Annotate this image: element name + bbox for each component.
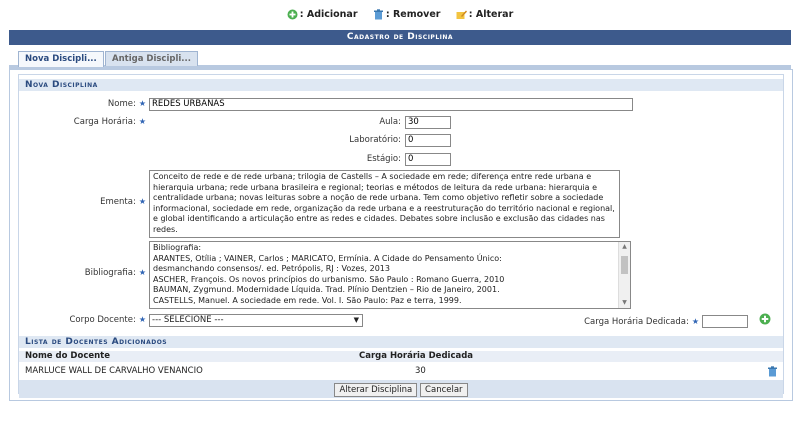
- corpo-docente-select[interactable]: --- SELECIONE --- ▼: [149, 314, 363, 327]
- ementa-label: Ementa: ★: [100, 197, 146, 207]
- add-docente-icon[interactable]: [759, 313, 771, 325]
- nome-input[interactable]: REDES URBANAS: [149, 98, 633, 111]
- legend-bar: : Adicionar : Remover : Alterar: [0, 9, 800, 20]
- alterar-disciplina-button[interactable]: Alterar Disciplina: [334, 383, 418, 397]
- carga-horaria-label: Carga Horária: ★: [73, 117, 146, 127]
- required-star-icon: ★: [138, 315, 146, 324]
- required-star-icon: ★: [138, 117, 146, 126]
- cancel-button[interactable]: Cancelar: [420, 383, 468, 397]
- form-panel: Nova Disciplina Nome: ★ REDES URBANAS Car…: [9, 69, 793, 401]
- legend-edit: : Alterar: [456, 9, 513, 20]
- carga-dedicada-label: Carga Horária Dedicada: ★: [584, 317, 699, 327]
- carga-dedicada-input[interactable]: [702, 315, 748, 328]
- required-star-icon: ★: [138, 268, 146, 277]
- laboratorio-label: Laboratório:: [349, 135, 401, 145]
- table-header: Nome do Docente Carga Horária Dedicada: [19, 351, 783, 362]
- nome-label: Nome: ★: [107, 99, 146, 109]
- form-inner: Nova Disciplina Nome: ★ REDES URBANAS Car…: [18, 74, 784, 398]
- corpo-docente-label: Corpo Docente: ★: [69, 315, 146, 325]
- bibliografia-line: ARANTES, Otília ; VAINER, Carlos ; MARIC…: [153, 253, 502, 263]
- bibliografia-line: desmanchando consensos/. ed. Petrópolis,…: [153, 264, 390, 273]
- estagio-label: Estágio:: [366, 154, 401, 164]
- tab-nova-disciplina[interactable]: Nova Discipli...: [18, 51, 104, 67]
- bibliografia-line: ASCHER, François. Os novos princípios do…: [153, 274, 505, 284]
- page-title: Cadastro de Disciplina: [9, 30, 791, 45]
- bibliografia-textarea[interactable]: Bibliografia: ARANTES, Otília ; VAINER, …: [149, 241, 631, 309]
- scroll-down-icon[interactable]: ▼: [619, 298, 630, 308]
- legend-remove: : Remover: [373, 9, 440, 20]
- ementa-textarea[interactable]: Conceito de rede e de rede urbana; trilo…: [149, 170, 620, 238]
- section-docentes: Lista de Docentes Adicionados: [19, 336, 783, 348]
- section-nova-disciplina: Nova Disciplina: [19, 79, 783, 91]
- form-footer: Alterar Disciplina Cancelar: [19, 380, 783, 398]
- legend-add: : Adicionar: [287, 9, 358, 20]
- docente-carga: 30: [415, 366, 426, 376]
- bibliografia-line: Bibliografia:: [153, 243, 202, 252]
- remove-docente-icon[interactable]: [767, 366, 778, 377]
- bibliografia-line: CASTELLS, Manuel. A sociedade em rede. V…: [153, 295, 462, 305]
- add-icon: [287, 9, 298, 20]
- estagio-input[interactable]: 0: [405, 153, 451, 166]
- required-star-icon: ★: [138, 197, 146, 206]
- bibliografia-scrollbar[interactable]: ▲ ▼: [618, 242, 630, 308]
- col-nome-docente: Nome do Docente: [25, 351, 110, 361]
- scroll-up-icon[interactable]: ▲: [619, 242, 630, 252]
- aula-input[interactable]: 30: [405, 116, 451, 129]
- bibliografia-label: Bibliografia: ★: [84, 268, 146, 278]
- pencil-icon: [456, 10, 467, 19]
- laboratorio-input[interactable]: 0: [405, 134, 451, 147]
- table-row: MARLUCE WALL DE CARVALHO VENANCIO 30: [19, 365, 783, 378]
- docente-nome: MARLUCE WALL DE CARVALHO VENANCIO: [25, 366, 203, 376]
- aula-label: Aula:: [379, 117, 401, 127]
- trash-icon: [373, 9, 383, 20]
- bibliografia-line: BAUMAN, Zygmund. Modernidade Líquida. Tr…: [153, 285, 500, 294]
- tab-strip: Nova Discipli... Antiga Discipli...: [9, 45, 791, 69]
- required-star-icon: ★: [691, 317, 699, 326]
- scroll-thumb[interactable]: [621, 256, 628, 274]
- dropdown-arrow-icon: ▼: [353, 316, 359, 324]
- tab-antiga-disciplina[interactable]: Antiga Discipli...: [105, 51, 198, 66]
- required-star-icon: ★: [138, 99, 146, 108]
- col-carga-dedicada: Carga Horária Dedicada: [359, 351, 474, 361]
